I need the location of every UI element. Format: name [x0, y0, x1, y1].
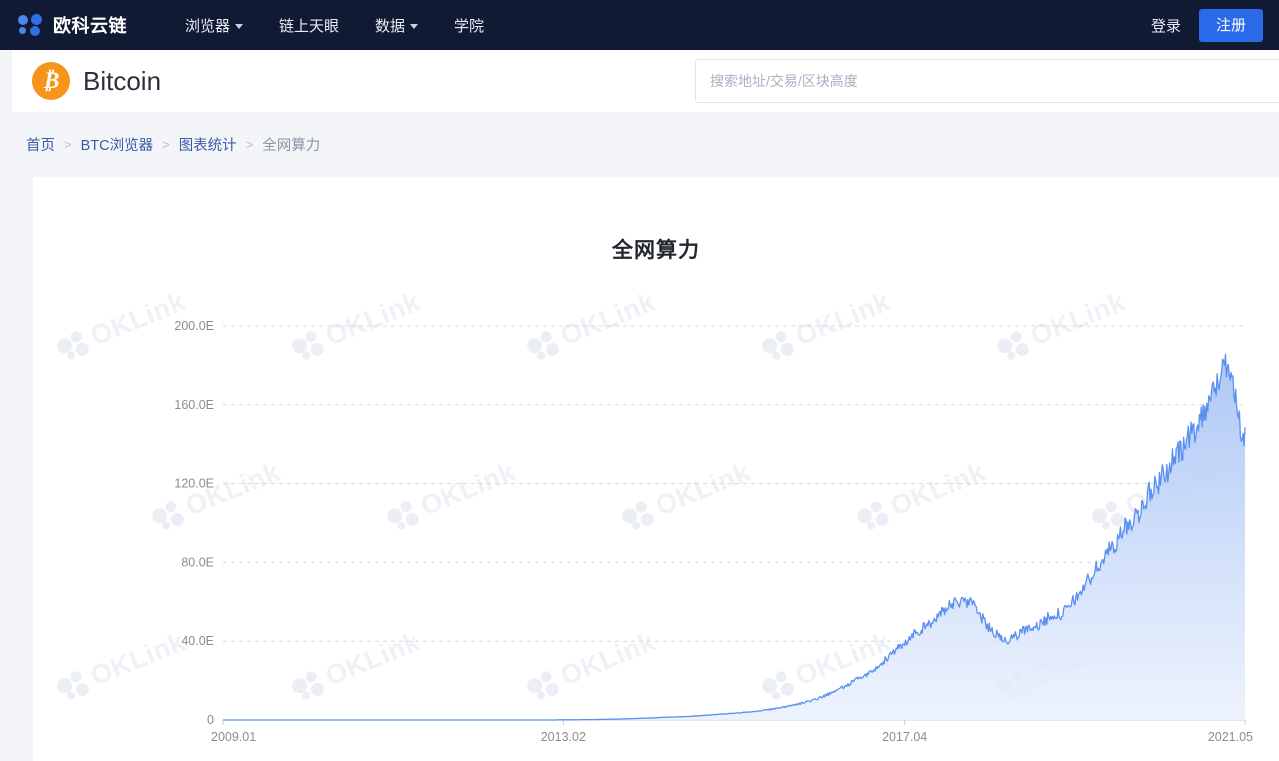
y-axis-tick-label: 40.0E	[181, 634, 214, 648]
breadcrumb-item-btc-explorer[interactable]: BTC浏览器	[81, 134, 154, 155]
brand-name: 欧科云链	[53, 12, 127, 38]
x-axis-tick-label: 2013.02	[541, 730, 586, 744]
y-axis-tick-label: 200.0E	[174, 319, 214, 333]
brand-logo[interactable]: 欧科云链	[18, 12, 127, 38]
breadcrumb-separator: >	[246, 137, 254, 152]
bitcoin-icon: ₿	[32, 62, 70, 100]
x-axis-tick-label: 2009.01	[211, 730, 256, 744]
coin-identity[interactable]: ₿ Bitcoin	[32, 62, 161, 100]
y-axis-tick-label: 0	[207, 713, 214, 727]
y-axis-tick-label: 120.0E	[174, 477, 214, 491]
breadcrumb-separator: >	[162, 137, 170, 152]
nav-item-chain-insight-label: 链上天眼	[279, 15, 339, 36]
nav-item-browser[interactable]: 浏览器	[185, 15, 243, 36]
x-axis-tick-label: 2017.04	[882, 730, 927, 744]
nav-item-chain-insight[interactable]: 链上天眼	[279, 15, 339, 36]
nav-item-data[interactable]: 数据	[375, 15, 418, 36]
chart-area-fill	[223, 354, 1245, 720]
breadcrumb-item-home[interactable]: 首页	[26, 134, 55, 155]
breadcrumb-separator: >	[64, 137, 72, 152]
chevron-down-icon	[235, 24, 243, 29]
breadcrumb-item-hashrate: 全网算力	[262, 134, 320, 155]
register-button[interactable]: 注册	[1199, 9, 1263, 42]
four-dots-logo-icon	[18, 14, 44, 36]
nav-item-browser-label: 浏览器	[185, 15, 230, 36]
main-nav-links: 浏览器 链上天眼 数据 学院	[185, 15, 484, 36]
login-link[interactable]: 登录	[1151, 15, 1181, 36]
chevron-down-icon	[410, 24, 418, 29]
y-axis-tick-label: 80.0E	[181, 555, 214, 569]
hashrate-area-chart[interactable]: 0 40.0E 80.0E 120.0E 160.0E 200.0E 2009.01 2013…	[33, 177, 1279, 761]
y-axis-tick-label: 160.0E	[174, 398, 214, 412]
x-axis-tick-label: 2021.05	[1208, 730, 1253, 744]
nav-item-academy-label: 学院	[454, 15, 484, 36]
top-navigation-bar: 欧科云链 浏览器 链上天眼 数据 学院 登录 注册	[0, 0, 1279, 50]
chart-svg: 0 40.0E 80.0E 120.0E 160.0E 200.0E 2009.01 2013…	[33, 177, 1279, 761]
chart-card: 全网算力 OKLinkOKLinkOKLinkOKLinkOKLinkOKLin…	[33, 177, 1279, 761]
nav-item-academy[interactable]: 学院	[454, 15, 484, 36]
breadcrumb-item-chart-stats[interactable]: 图表统计	[179, 134, 237, 155]
coin-name: Bitcoin	[83, 66, 161, 97]
breadcrumb: 首页 > BTC浏览器 > 图表统计 > 全网算力	[0, 112, 1279, 177]
nav-item-data-label: 数据	[375, 15, 405, 36]
nav-account-actions: 登录 注册	[1151, 9, 1263, 42]
search-input[interactable]	[695, 59, 1279, 103]
coin-header: ₿ Bitcoin	[12, 50, 1279, 112]
search-container	[695, 59, 1279, 103]
